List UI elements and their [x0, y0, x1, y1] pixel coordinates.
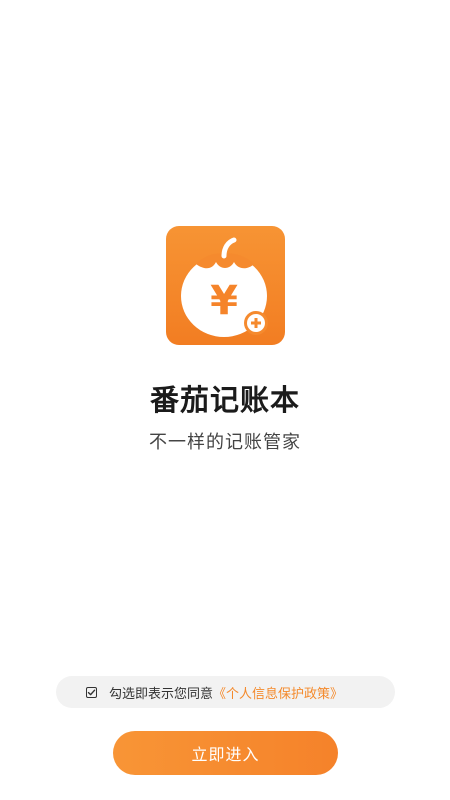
agreement-checkbox[interactable] — [86, 686, 97, 698]
app-slogan: 不一样的记账管家 — [149, 432, 301, 453]
app-name: 番茄记账本 — [149, 383, 300, 417]
privacy-policy-link[interactable]: 《个人信息保护政策》 — [213, 683, 343, 702]
tomato-yen-icon: ¥ — [166, 226, 285, 345]
agreement-bar: 勾选即表示您同意 《个人信息保护政策》 — [56, 676, 395, 708]
splash-screen: ¥ 番茄记账本 不一样的记账管家 勾选即表示您同意 《个人信息保护政策》 立即进… — [0, 0, 450, 800]
check-icon — [87, 689, 96, 695]
yen-glyph: ¥ — [210, 278, 238, 324]
agreement-text: 勾选即表示您同意 — [109, 686, 214, 702]
enter-button[interactable]: 立即进入 — [113, 731, 338, 775]
